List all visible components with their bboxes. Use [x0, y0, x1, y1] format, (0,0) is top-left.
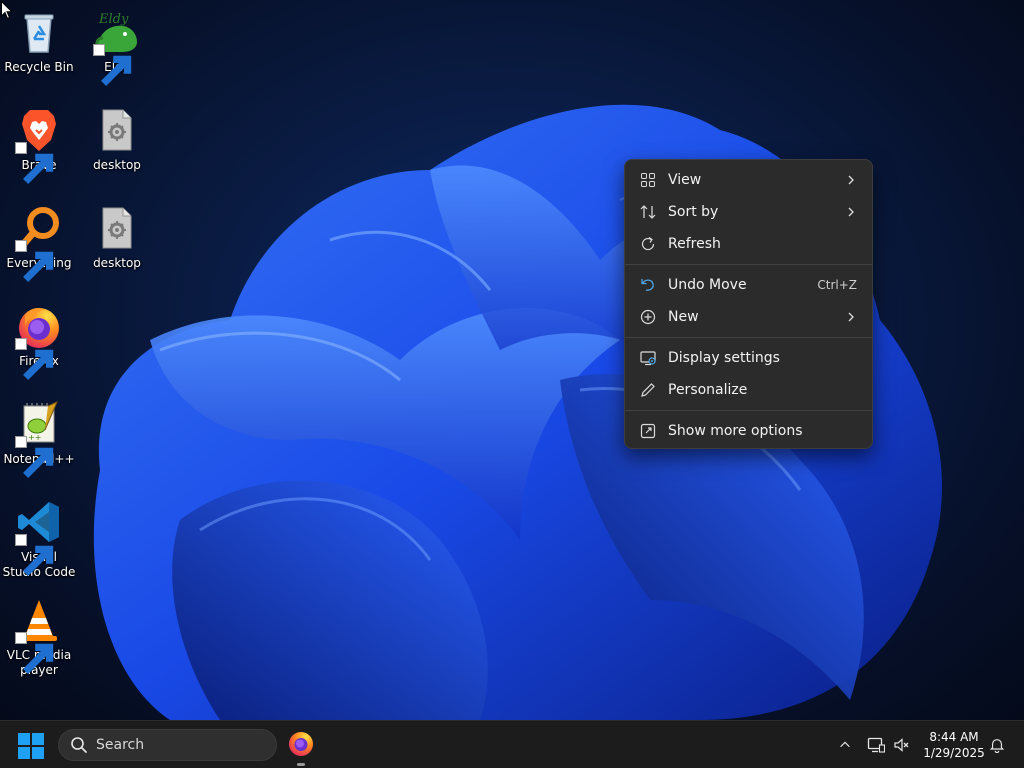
plus-circle-icon [640, 309, 656, 325]
network-icon[interactable] [866, 735, 886, 755]
shortcut-arrow-icon [15, 436, 54, 478]
menu-item-label: Show more options [668, 423, 803, 439]
desktop-icon-notepad-plus-plus[interactable]: ++ Notepad++ [1, 396, 77, 486]
notification-bell-icon[interactable] [987, 735, 1007, 755]
external-link-icon [640, 423, 656, 439]
taskbar-firefox-button[interactable] [287, 729, 315, 757]
shortcut-arrow-icon [15, 632, 54, 674]
desktop-icon-vscode[interactable]: Visual Studio Code [1, 494, 77, 584]
shortcut-arrow-icon [15, 240, 54, 282]
menu-item-label: Refresh [668, 236, 721, 252]
grid-view-icon [640, 172, 656, 188]
undo-icon [640, 277, 656, 293]
menu-item-undo-move[interactable]: Undo Move Ctrl+Z [629, 269, 868, 301]
desktop-icon-label: Recycle Bin [4, 60, 74, 74]
menu-item-label: Display settings [668, 350, 780, 366]
tray-overflow-chevron-up-icon[interactable] [835, 735, 855, 755]
menu-item-personalize[interactable]: Personalize [629, 374, 868, 406]
menu-item-label: New [668, 309, 699, 325]
settings-file-icon [102, 207, 132, 249]
menu-item-view[interactable]: View [629, 164, 868, 196]
clock-time: 8:44 AM [929, 730, 979, 744]
refresh-icon [640, 236, 656, 252]
settings-file-icon [102, 109, 132, 151]
windows-start-button[interactable] [18, 733, 44, 759]
display-settings-icon [640, 350, 656, 366]
menu-item-label: Personalize [668, 382, 748, 398]
taskbar-clock[interactable]: 8:44 AM 1/29/2025 [916, 729, 992, 761]
clock-date: 1/29/2025 [923, 746, 985, 760]
desktop-icon-label: desktop [93, 158, 141, 172]
chevron-right-icon [844, 173, 858, 187]
menu-item-display-settings[interactable]: Display settings [629, 342, 868, 374]
sort-icon [640, 204, 656, 220]
desktop-icon-firefox[interactable]: Firefox [1, 298, 77, 388]
menu-item-label: Undo Move [668, 277, 747, 293]
menu-item-sort-by[interactable]: Sort by [629, 196, 868, 228]
menu-separator [625, 410, 872, 411]
menu-item-new[interactable]: New [629, 301, 868, 333]
chevron-right-icon [844, 310, 858, 324]
shortcut-arrow-icon [15, 534, 54, 576]
recycle-bin-icon [24, 14, 54, 53]
menu-item-refresh[interactable]: Refresh [629, 228, 868, 260]
desktop-icon-eldy[interactable]: Eldy Eldy [79, 4, 155, 94]
desktop-context-menu: View Sort by Refresh Undo Move Ctrl+Z Ne… [624, 159, 873, 449]
menu-item-label: Sort by [668, 204, 719, 220]
eldy-logo-text: Eldy [98, 12, 129, 27]
taskbar-search-box[interactable]: Search [58, 729, 277, 761]
mouse-cursor-icon [1, 1, 13, 20]
chevron-right-icon [844, 205, 858, 219]
menu-item-label: View [668, 172, 702, 188]
search-label: Search [96, 737, 145, 753]
shortcut-arrow-icon [15, 142, 54, 184]
pen-icon [640, 382, 656, 398]
shortcut-arrow-icon [93, 44, 132, 86]
desktop-icon-label: desktop [93, 256, 141, 270]
speaker-muted-icon[interactable] [892, 735, 912, 755]
desktop-icon-desktop-ini-2[interactable]: desktop [79, 200, 155, 290]
desktop-icon-brave[interactable]: Brave [1, 102, 77, 192]
taskbar: Search 8:44 AM 1/29/2025 [0, 720, 1024, 768]
running-indicator [297, 763, 305, 766]
search-icon [70, 736, 88, 754]
desktop-icon-desktop-ini-1[interactable]: desktop [79, 102, 155, 192]
desktop[interactable]: Recycle Bin Brave Everything Firefox ++ … [0, 0, 1024, 720]
menu-item-show-more-options[interactable]: Show more options [629, 415, 868, 447]
menu-separator [625, 337, 872, 338]
shortcut-arrow-icon [15, 338, 54, 380]
desktop-icon-vlc[interactable]: VLC media player [1, 592, 77, 682]
menu-separator [625, 264, 872, 265]
keyboard-shortcut: Ctrl+Z [817, 278, 857, 292]
desktop-icon-everything[interactable]: Everything [1, 200, 77, 290]
